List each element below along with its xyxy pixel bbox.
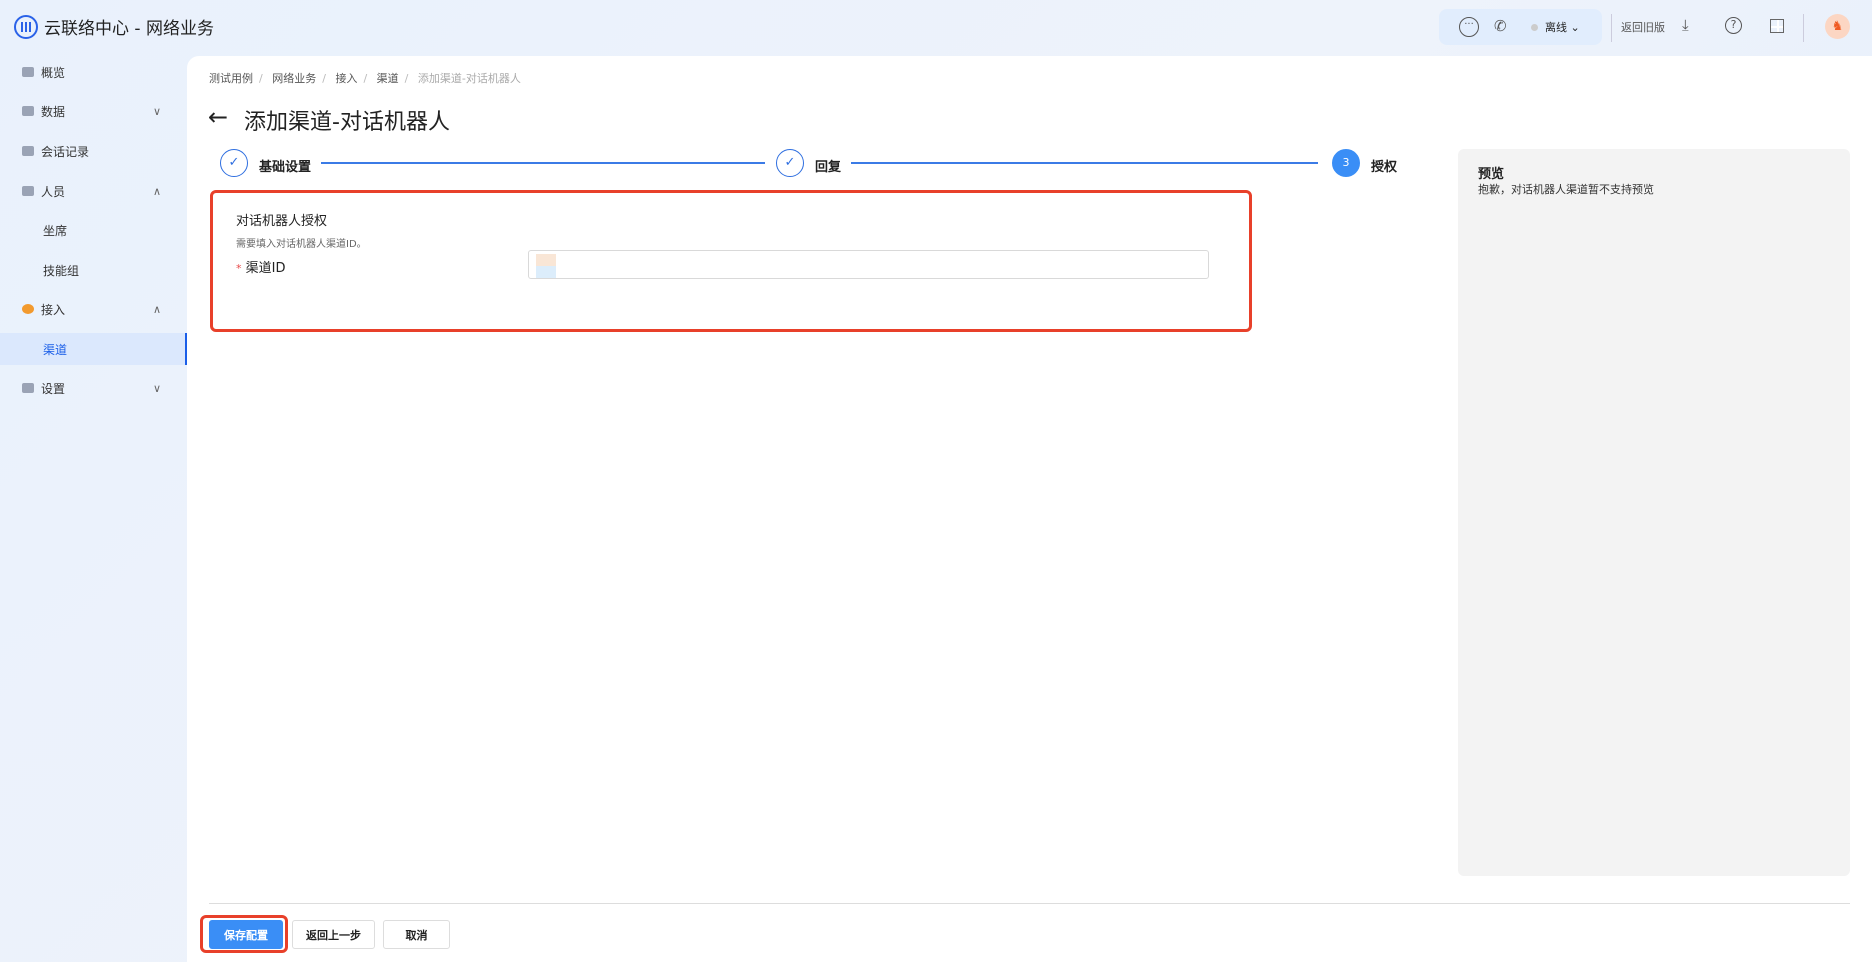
breadcrumb-item[interactable]: 接入 — [335, 72, 357, 85]
previous-step-button[interactable]: 返回上一步 — [292, 920, 375, 949]
preview-panel: 预览 抱歉，对话机器人渠道暂不支持预览 — [1458, 149, 1850, 876]
cancel-button[interactable]: 取消 — [383, 920, 450, 949]
sidebar-item-people[interactable]: 人员 ∧ — [0, 172, 187, 210]
chevron-down-icon: ⌄ — [1570, 21, 1580, 34]
records-icon — [22, 146, 34, 156]
sidebar-item-data[interactable]: 数据 ∨ — [0, 92, 187, 130]
preview-text: 抱歉，对话机器人渠道暂不支持预览 — [1478, 183, 1654, 196]
step-connector — [321, 162, 765, 164]
step-2-check-icon: ✓ — [776, 149, 804, 177]
people-icon — [22, 186, 34, 196]
help-icon[interactable]: ? — [1725, 17, 1742, 34]
section-title: 对话机器人授权 — [236, 214, 328, 229]
apps-icon[interactable] — [1770, 19, 1784, 33]
logo-icon — [14, 15, 38, 39]
back-arrow-icon[interactable]: ← — [208, 103, 228, 131]
sidebar-item-label: 渠道 — [43, 342, 68, 357]
chevron-up-icon: ∧ — [153, 302, 162, 316]
step-3-label: 授权 — [1371, 160, 1398, 175]
sidebar-item-agents[interactable]: 坐席 — [0, 211, 187, 249]
settings-icon — [22, 383, 34, 393]
sidebar-item-channels[interactable]: 渠道 — [0, 333, 187, 365]
channel-id-label: 渠道ID — [245, 261, 286, 276]
breadcrumb-item[interactable]: 测试用例 — [209, 72, 253, 85]
avatar[interactable]: ♞ — [1825, 14, 1850, 39]
breadcrumb-item[interactable]: 网络业务 — [272, 72, 316, 85]
sidebar-item-settings[interactable]: 设置 ∨ — [0, 369, 187, 407]
chevron-down-icon: ∨ — [153, 104, 162, 118]
step-1-label: 基础设置 — [259, 160, 312, 175]
sidebar-item-label: 概览 — [41, 65, 66, 80]
sidebar-item-label: 坐席 — [43, 223, 68, 238]
sidebar-item-access[interactable]: 接入 ∧ — [0, 290, 187, 328]
sidebar-item-label: 会话记录 — [41, 144, 90, 159]
field-label: * 渠道ID — [236, 257, 286, 276]
breadcrumb-current: 添加渠道-对话机器人 — [417, 72, 521, 85]
footer-divider — [209, 903, 1850, 904]
input-image-placeholder — [536, 254, 556, 266]
top-header: 云联络中心 - 网络业务 ··· ✆ 离线 ⌄ 返回旧版 ⤓ ? ♞ — [0, 0, 1872, 56]
section-hint: 需要填入对话机器人渠道ID。 — [236, 239, 367, 250]
app-title: 云联络中心 - 网络业务 — [44, 19, 214, 39]
step-3-number: 3 — [1332, 149, 1360, 177]
step-1-check-icon: ✓ — [220, 149, 248, 177]
chevron-down-icon: ∨ — [153, 381, 162, 395]
preview-title: 预览 — [1478, 167, 1505, 182]
save-button[interactable]: 保存配置 — [209, 920, 283, 949]
required-mark: * — [236, 262, 242, 275]
input-image-placeholder — [536, 266, 556, 278]
chevron-up-icon: ∧ — [153, 184, 162, 198]
channel-id-input[interactable] — [528, 250, 1209, 279]
divider — [1803, 14, 1804, 42]
sidebar-item-label: 设置 — [41, 381, 66, 396]
sidebar-item-label: 技能组 — [43, 263, 80, 278]
breadcrumb-item[interactable]: 渠道 — [377, 72, 399, 85]
status-dot — [1531, 24, 1538, 31]
divider — [1611, 14, 1612, 42]
download-icon[interactable]: ⤓ — [1682, 16, 1689, 34]
data-icon — [22, 106, 34, 116]
access-icon — [22, 304, 34, 314]
status-dropdown[interactable]: 离线 ⌄ — [1545, 19, 1580, 35]
sidebar-item-skill-groups[interactable]: 技能组 — [0, 251, 187, 289]
sidebar-item-overview[interactable]: 概览 — [0, 53, 187, 91]
overview-icon — [22, 67, 34, 77]
sidebar-item-label: 接入 — [41, 302, 66, 317]
page-title: 添加渠道-对话机器人 — [244, 110, 450, 135]
breadcrumb: 测试用例 / 网络业务 / 接入 / 渠道 / 添加渠道-对话机器人 — [209, 72, 521, 85]
status-label: 离线 — [1545, 21, 1567, 34]
step-connector — [851, 162, 1318, 164]
sidebar-item-label: 人员 — [41, 184, 66, 199]
sidebar-item-records[interactable]: 会话记录 — [0, 132, 187, 170]
phone-icon[interactable]: ✆ — [1494, 17, 1507, 35]
chat-icon[interactable]: ··· — [1459, 17, 1479, 37]
step-2-label: 回复 — [815, 160, 842, 175]
sidebar-item-label: 数据 — [41, 104, 66, 119]
old-version-link[interactable]: 返回旧版 — [1621, 19, 1665, 35]
